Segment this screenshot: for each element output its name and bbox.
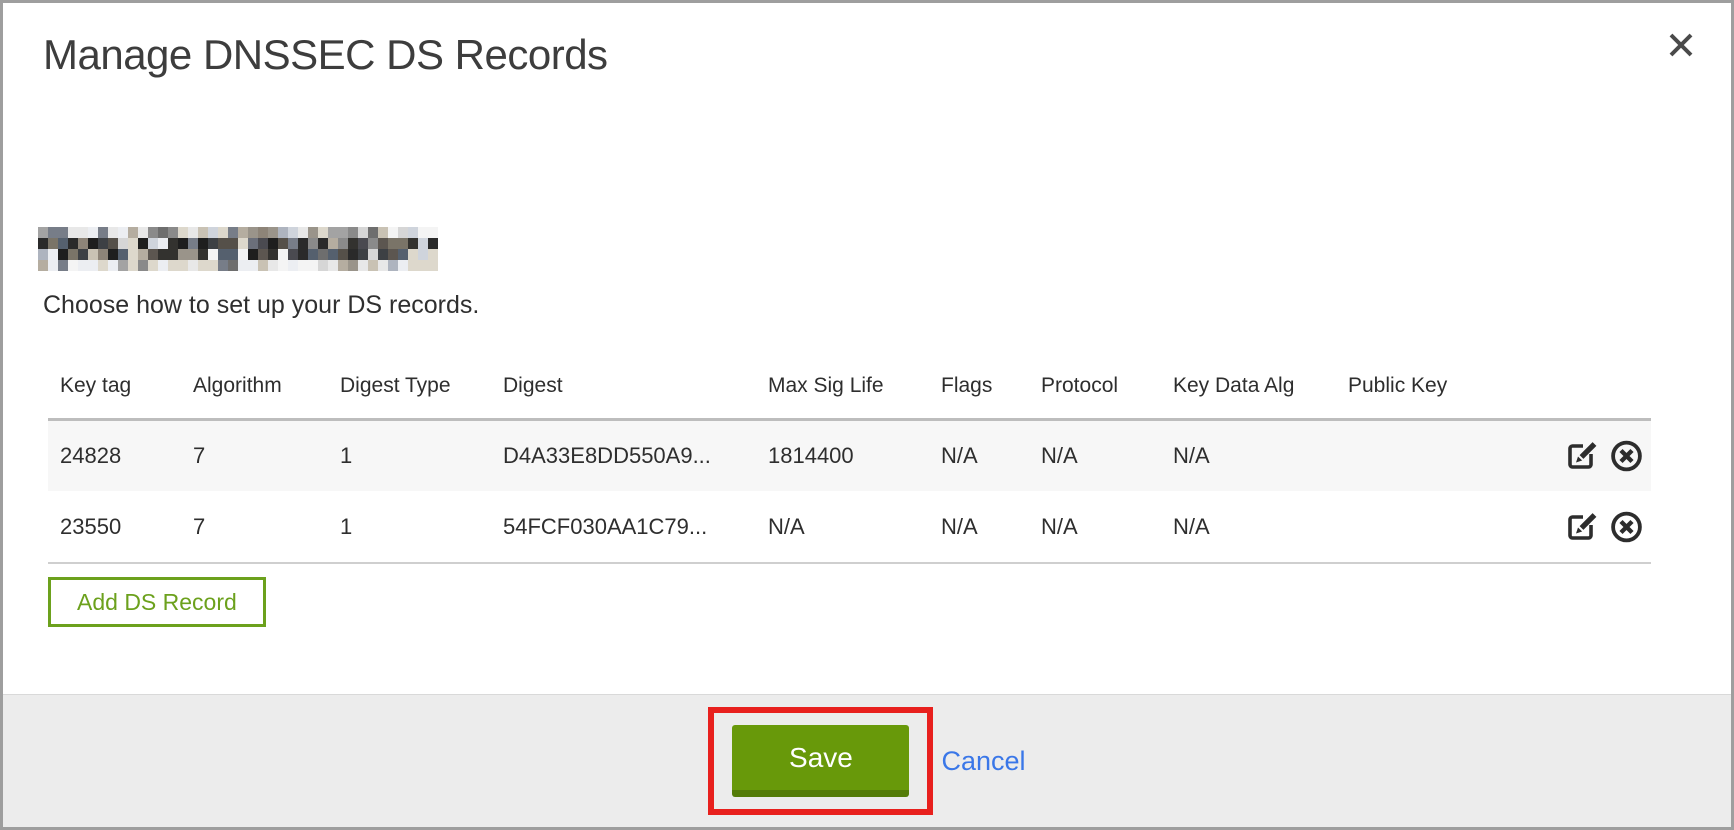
col-header-key-tag: Key tag	[48, 355, 181, 419]
cancel-link[interactable]: Cancel	[941, 746, 1025, 777]
manage-dnssec-modal: Manage DNSSEC DS Records Choose how to s…	[0, 0, 1734, 830]
cell-public-key	[1336, 491, 1551, 563]
cell-protocol: N/A	[1029, 419, 1161, 491]
cell-public-key	[1336, 419, 1551, 491]
delete-record-button[interactable]	[1608, 437, 1645, 474]
col-header-actions	[1551, 355, 1651, 419]
col-header-public-key: Public Key	[1336, 355, 1551, 419]
cell-digest-type: 1	[328, 419, 491, 491]
col-header-digest-type: Digest Type	[328, 355, 491, 419]
cell-key-data-alg: N/A	[1161, 419, 1336, 491]
row-actions	[1551, 491, 1651, 563]
edit-record-button[interactable]	[1564, 437, 1601, 474]
col-header-algorithm: Algorithm	[181, 355, 328, 419]
row-actions	[1551, 419, 1651, 491]
edit-record-icon	[1564, 525, 1601, 550]
close-icon	[1666, 30, 1696, 65]
cell-flags: N/A	[929, 419, 1029, 491]
red-annotation-box: Save	[708, 707, 933, 815]
delete-record-circle-x-icon	[1608, 454, 1645, 479]
cell-protocol: N/A	[1029, 491, 1161, 563]
modal-footer: Save Cancel	[3, 694, 1731, 827]
cell-key-data-alg: N/A	[1161, 491, 1336, 563]
cell-digest-type: 1	[328, 491, 491, 563]
cell-key-tag: 23550	[48, 491, 181, 563]
col-header-flags: Flags	[929, 355, 1029, 419]
page-title: Manage DNSSEC DS Records	[43, 31, 608, 79]
cell-digest: 54FCF030AA1C79...	[491, 491, 756, 563]
close-button[interactable]	[1663, 29, 1699, 65]
cell-max-sig-life: 1814400	[756, 419, 929, 491]
instruction-text: Choose how to set up your DS records.	[43, 291, 479, 320]
col-header-max-sig-life: Max Sig Life	[756, 355, 929, 419]
cell-max-sig-life: N/A	[756, 491, 929, 563]
col-header-key-data-alg: Key Data Alg	[1161, 355, 1336, 419]
delete-record-button[interactable]	[1608, 508, 1645, 545]
edit-record-button[interactable]	[1564, 508, 1601, 545]
table-row: 23550 7 1 54FCF030AA1C79... N/A N/A N/A …	[48, 491, 1651, 563]
table-header-row: Key tag Algorithm Digest Type Digest Max…	[48, 355, 1651, 419]
add-ds-record-button[interactable]: Add DS Record	[48, 577, 266, 627]
cell-algorithm: 7	[181, 491, 328, 563]
ds-records-table: Key tag Algorithm Digest Type Digest Max…	[48, 355, 1651, 564]
redacted-domain-name	[38, 227, 438, 271]
col-header-protocol: Protocol	[1029, 355, 1161, 419]
cell-algorithm: 7	[181, 419, 328, 491]
cell-flags: N/A	[929, 491, 1029, 563]
cell-digest: D4A33E8DD550A9...	[491, 419, 756, 491]
col-header-digest: Digest	[491, 355, 756, 419]
delete-record-circle-x-icon	[1608, 525, 1645, 550]
cell-key-tag: 24828	[48, 419, 181, 491]
table-row: 24828 7 1 D4A33E8DD550A9... 1814400 N/A …	[48, 419, 1651, 491]
edit-record-icon	[1564, 454, 1601, 479]
save-button[interactable]: Save	[732, 725, 909, 797]
